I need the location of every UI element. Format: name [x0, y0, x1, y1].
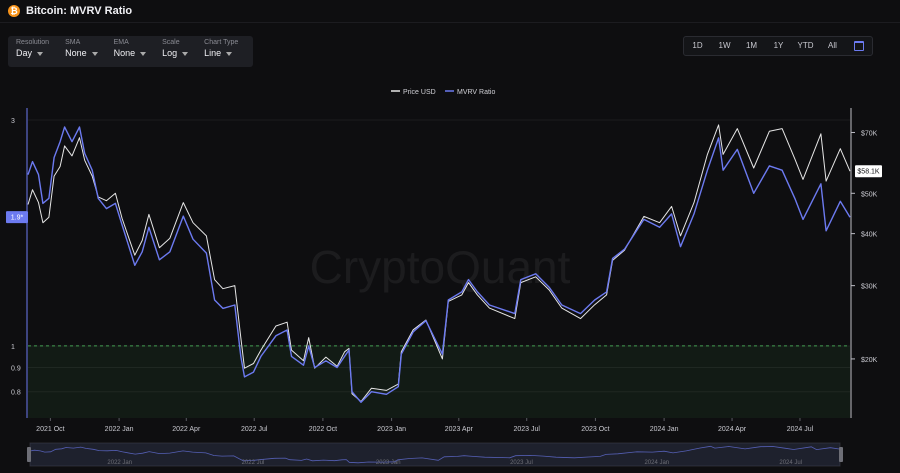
x-tick-label: 2024 Apr: [718, 426, 747, 433]
navigator-tick-label: 2022 Jan: [107, 460, 132, 466]
x-tick-label: 2022 Jul: [241, 426, 268, 433]
navigator-tick-label: 2024 Jan: [644, 460, 669, 466]
x-tick-label: 2022 Oct: [309, 426, 337, 433]
watermark: CryptoQuant: [310, 241, 571, 293]
x-tick-label: 2022 Jan: [105, 426, 134, 433]
navigator-tick-label: 2022 Jul: [242, 460, 265, 466]
x-tick-label: 2023 Jul: [513, 426, 540, 433]
y-right-tick-label: $40K: [861, 232, 878, 239]
navigator-tick-label: 2023 Jan: [376, 460, 401, 466]
y-right-tick-label: $20K: [861, 357, 878, 364]
y-right-tick-label: $70K: [861, 130, 878, 137]
y-right-tick-label: $30K: [861, 284, 878, 291]
navigator[interactable]: 2022 Jan 2022 Jul 2023 Jan 2023 Jul 2024 Jan…: [27, 442, 843, 467]
x-tick-label: 2022 Apr: [172, 426, 201, 433]
mvrv-chart: Price USD MVRV Ratio CryptoQuant 2021 Oc…: [6, 89, 882, 467]
y-left-tick-label: 1: [11, 344, 15, 351]
y-left-tick-label: 0.8: [11, 390, 21, 397]
x-tick-label: 2021 Oct: [36, 426, 64, 433]
current-price-label: $58.1K: [857, 169, 880, 176]
x-tick-label: 2023 Apr: [445, 426, 474, 433]
x-tick-label: 2023 Oct: [581, 426, 609, 433]
x-tick-label: 2024 Jul: [787, 426, 814, 433]
y-right-tick-label: $50K: [861, 191, 878, 198]
navigator-tick-label: 2024 Jul: [779, 460, 802, 466]
navigator-window: [30, 443, 840, 466]
chart-legend: Price USD MVRV Ratio: [391, 89, 495, 96]
legend-label-price[interactable]: Price USD: [403, 89, 436, 96]
y-left-tick-label: 3: [11, 118, 15, 125]
undervalued-zone: [28, 345, 850, 418]
current-mvrv-label: 1.9*: [11, 215, 24, 222]
y-left-tick-label: 0.9: [11, 366, 21, 373]
navigator-tick-label: 2023 Jul: [510, 460, 533, 466]
x-tick-label: 2024 Jan: [650, 426, 679, 433]
x-tick-label: 2023 Jan: [377, 426, 406, 433]
navigator-handle-right[interactable]: [839, 447, 843, 462]
navigator-handle-left[interactable]: [27, 447, 31, 462]
legend-label-mvrv[interactable]: MVRV Ratio: [457, 89, 495, 96]
